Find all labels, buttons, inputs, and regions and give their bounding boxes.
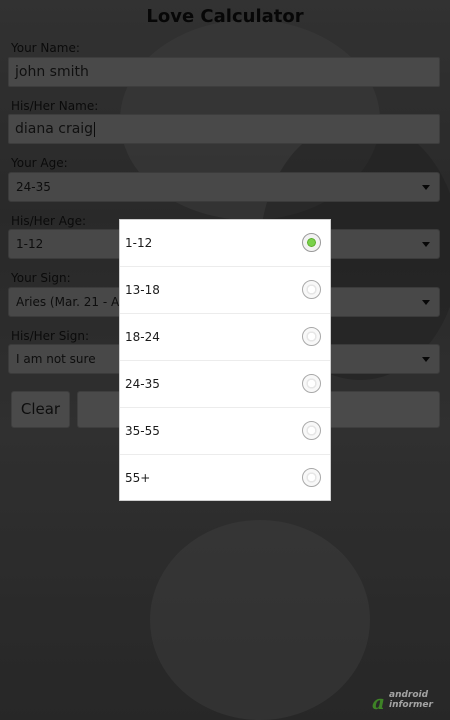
age-option-label: 24-35 [125,377,160,391]
radio-unchecked-icon[interactable] [302,468,321,487]
age-picker-dialog: 1-12 13-18 18-24 24-35 35-55 55+ [119,219,331,501]
age-option[interactable]: 1-12 [120,220,330,267]
age-option[interactable]: 55+ [120,455,330,502]
radio-unchecked-icon[interactable] [302,374,321,393]
age-option-label: 35-55 [125,424,160,438]
age-option-label: 13-18 [125,283,160,297]
age-option[interactable]: 35-55 [120,408,330,455]
radio-unchecked-icon[interactable] [302,327,321,346]
age-option-label: 55+ [125,471,151,485]
age-option[interactable]: 18-24 [120,314,330,361]
radio-checked-icon[interactable] [302,233,321,252]
age-option-label: 1-12 [125,236,153,250]
age-option[interactable]: 24-35 [120,361,330,408]
radio-unchecked-icon[interactable] [302,280,321,299]
radio-unchecked-icon[interactable] [302,421,321,440]
age-option-label: 18-24 [125,330,160,344]
age-option[interactable]: 13-18 [120,267,330,314]
